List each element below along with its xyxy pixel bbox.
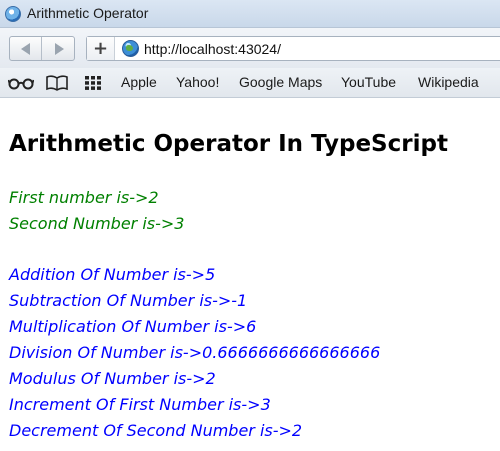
bookmark-apple[interactable]: Apple <box>121 74 157 90</box>
page-heading: Arithmetic Operator In TypeScript <box>9 131 448 157</box>
decrement-result: Decrement Of Second Number is->2 <box>9 421 303 440</box>
back-arrow-icon <box>21 42 30 55</box>
back-button[interactable] <box>10 37 42 60</box>
bookmark-yahoo[interactable]: Yahoo! <box>176 74 219 90</box>
modulus-result: Modulus Of Number is->2 <box>9 369 216 388</box>
subtraction-result: Subtraction Of Number is->-1 <box>9 291 248 310</box>
reading-list-icon[interactable] <box>8 75 34 91</box>
forward-arrow-icon <box>54 42 64 55</box>
window-title: Arithmetic Operator <box>27 5 149 21</box>
plus-icon: + <box>92 38 109 59</box>
window-titlebar: Arithmetic Operator <box>0 0 500 28</box>
url-text[interactable]: http://localhost:43024/ <box>144 41 281 57</box>
globe-icon <box>122 40 139 57</box>
browser-icon <box>5 6 21 22</box>
multiplication-result: Multiplication Of Number is->6 <box>9 317 257 336</box>
first-number-line: First number is->2 <box>9 188 159 207</box>
page-content: Arithmetic Operator In TypeScript First … <box>0 99 500 451</box>
bookmark-youtube[interactable]: YouTube <box>341 74 396 90</box>
forward-button[interactable] <box>43 37 75 60</box>
bookmark-google-maps[interactable]: Google Maps <box>239 74 322 90</box>
bookmark-wikipedia[interactable]: Wikipedia <box>418 74 479 90</box>
bookmarks-book-icon[interactable] <box>46 75 68 91</box>
address-bar[interactable]: + http://localhost:43024/ <box>86 36 500 61</box>
top-sites-grid-icon[interactable] <box>84 75 102 91</box>
browser-toolbar: + http://localhost:43024/ <box>0 28 500 68</box>
add-bookmark-button[interactable]: + <box>87 37 115 60</box>
navigation-buttons <box>9 36 75 61</box>
division-result: Division Of Number is->0.666666666666666… <box>9 343 381 362</box>
increment-result: Increment Of First Number is->3 <box>9 395 271 414</box>
second-number-line: Second Number is->3 <box>9 214 185 233</box>
bookmarks-bar: Apple Yahoo! Google Maps YouTube Wikiped… <box>0 68 500 98</box>
addition-result: Addition Of Number is->5 <box>9 265 216 284</box>
